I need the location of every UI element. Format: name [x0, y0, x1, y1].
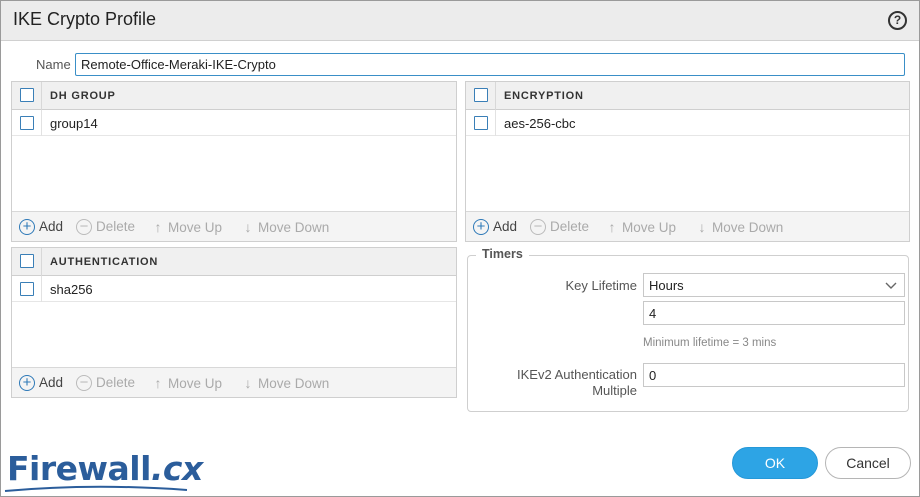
- logo-text: Firewall: [7, 449, 151, 488]
- arrow-up-icon: ↑: [154, 375, 162, 391]
- delete-label: Delete: [96, 219, 136, 234]
- select-all-cell: [12, 82, 42, 110]
- add-button[interactable]: + Add: [19, 219, 63, 237]
- add-label: Add: [39, 375, 64, 390]
- table-row[interactable]: sha256: [12, 276, 456, 302]
- move-down-label: Move Down: [258, 220, 330, 235]
- move-up-label: Move Up: [168, 376, 223, 391]
- add-label: Add: [39, 219, 64, 234]
- move-down-label: Move Down: [712, 220, 784, 235]
- row-check-cell: [12, 276, 42, 302]
- dh-group-toolbar: + Add − Delete ↑ Move Up ↓ Move Down: [12, 211, 456, 241]
- key-lifetime-value-input[interactable]: [643, 301, 905, 325]
- name-label: Name: [36, 57, 71, 72]
- arrow-up-icon: ↑: [154, 219, 162, 235]
- ike-crypto-profile-dialog: IKE Crypto Profile ? Name DH GROUP group…: [0, 0, 920, 497]
- plus-circle-icon: +: [473, 219, 489, 235]
- dialog-title: IKE Crypto Profile: [13, 9, 157, 29]
- delete-button[interactable]: − Delete: [76, 219, 135, 237]
- move-down-button[interactable]: ↓ Move Down: [242, 375, 330, 393]
- help-icon[interactable]: ?: [888, 11, 907, 30]
- dh-group-header: DH GROUP: [12, 82, 456, 110]
- select-all-cell: [466, 82, 496, 110]
- encryption-panel: ENCRYPTION aes-256-cbc + Add − Delete ↑ Mov…: [465, 81, 910, 242]
- minus-circle-icon: −: [76, 219, 92, 235]
- key-lifetime-label: Key Lifetime: [565, 278, 637, 293]
- chevron-down-icon: [885, 282, 897, 289]
- ikev2-auth-multiple-label: IKEv2 Authentication Multiple: [491, 367, 637, 399]
- encryption-toolbar: + Add − Delete ↑ Move Up ↓ Move Down: [466, 211, 909, 241]
- authentication-column-header: AUTHENTICATION: [50, 256, 159, 268]
- move-up-button[interactable]: ↑ Move Up: [606, 219, 677, 237]
- timers-legend: Timers: [476, 247, 529, 261]
- arrow-down-icon: ↓: [244, 219, 252, 235]
- ok-button[interactable]: OK: [732, 447, 818, 479]
- delete-button[interactable]: − Delete: [76, 375, 135, 393]
- firewall-cx-logo: Firewall.cx: [7, 449, 203, 488]
- delete-label: Delete: [550, 219, 590, 234]
- arrow-down-icon: ↓: [698, 219, 706, 235]
- move-down-label: Move Down: [258, 376, 330, 391]
- authentication-value: sha256: [50, 282, 93, 297]
- authentication-select-all-checkbox[interactable]: [20, 254, 34, 268]
- encryption-select-all-checkbox[interactable]: [474, 88, 488, 102]
- move-up-button[interactable]: ↑ Move Up: [152, 375, 223, 393]
- delete-label: Delete: [96, 375, 136, 390]
- dh-group-select-all-checkbox[interactable]: [20, 88, 34, 102]
- minus-circle-icon: −: [530, 219, 546, 235]
- select-all-cell: [12, 248, 42, 276]
- row-checkbox[interactable]: [20, 116, 34, 130]
- row-check-cell: [12, 110, 42, 136]
- row-checkbox[interactable]: [474, 116, 488, 130]
- authentication-panel: AUTHENTICATION sha256 + Add − Delete ↑ Move…: [11, 247, 457, 398]
- encryption-value: aes-256-cbc: [504, 116, 576, 131]
- logo-swoosh-icon: [4, 485, 188, 492]
- encryption-column-header: ENCRYPTION: [504, 90, 584, 102]
- dialog-titlebar: IKE Crypto Profile ?: [1, 1, 919, 41]
- authentication-header: AUTHENTICATION: [12, 248, 456, 276]
- name-input[interactable]: [75, 53, 905, 76]
- move-down-button[interactable]: ↓ Move Down: [242, 219, 330, 237]
- add-button[interactable]: + Add: [473, 219, 517, 237]
- dh-group-value: group14: [50, 116, 98, 131]
- ikev2-auth-multiple-input[interactable]: [643, 363, 905, 387]
- logo-suffix: .cx: [150, 449, 203, 488]
- cancel-button[interactable]: Cancel: [825, 447, 911, 479]
- table-row[interactable]: group14: [12, 110, 456, 136]
- move-down-button[interactable]: ↓ Move Down: [696, 219, 784, 237]
- key-lifetime-unit-value: Hours: [649, 278, 684, 293]
- key-lifetime-unit-select[interactable]: Hours: [643, 273, 905, 297]
- minus-circle-icon: −: [76, 375, 92, 391]
- authentication-toolbar: + Add − Delete ↑ Move Up ↓ Move Down: [12, 367, 456, 397]
- table-row[interactable]: aes-256-cbc: [466, 110, 909, 136]
- delete-button[interactable]: − Delete: [530, 219, 589, 237]
- dh-group-column-header: DH GROUP: [50, 90, 116, 102]
- plus-circle-icon: +: [19, 375, 35, 391]
- row-checkbox[interactable]: [20, 282, 34, 296]
- move-up-label: Move Up: [168, 220, 223, 235]
- move-up-label: Move Up: [622, 220, 677, 235]
- add-label: Add: [493, 219, 518, 234]
- arrow-down-icon: ↓: [244, 375, 252, 391]
- add-button[interactable]: + Add: [19, 375, 63, 393]
- dh-group-panel: DH GROUP group14 + Add − Delete ↑ Move Up ↓…: [11, 81, 457, 242]
- encryption-header: ENCRYPTION: [466, 82, 909, 110]
- key-lifetime-hint: Minimum lifetime = 3 mins: [643, 337, 777, 349]
- ikev2-label-line1: IKEv2 Authentication: [517, 367, 637, 382]
- move-up-button[interactable]: ↑ Move Up: [152, 219, 223, 237]
- ikev2-label-line2: Multiple: [592, 383, 637, 398]
- row-check-cell: [466, 110, 496, 136]
- plus-circle-icon: +: [19, 219, 35, 235]
- arrow-up-icon: ↑: [608, 219, 616, 235]
